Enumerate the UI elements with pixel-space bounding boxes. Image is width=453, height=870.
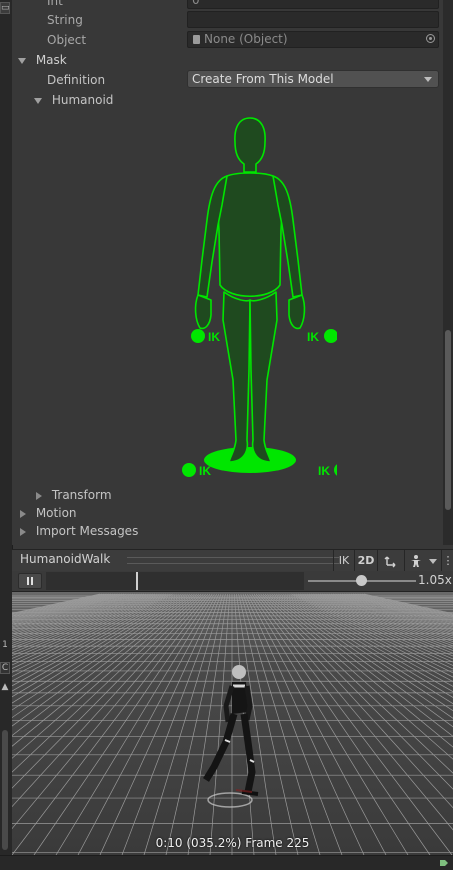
- pause-button[interactable]: [18, 573, 42, 589]
- object-property-row: Object: [47, 30, 86, 50]
- root-body-part[interactable]: [204, 447, 296, 473]
- dropdown-caret-icon: [429, 559, 437, 564]
- preview-3d-viewport[interactable]: 0:10 (035.2%) Frame 225: [12, 592, 453, 855]
- bottom-status-bar: [0, 855, 453, 870]
- import-messages-foldout[interactable]: Import Messages: [20, 521, 138, 541]
- timeline-scrubber[interactable]: [46, 572, 304, 590]
- definition-label: Definition: [47, 73, 105, 87]
- object-picker-icon[interactable]: [426, 34, 435, 43]
- mask-label: Mask: [36, 53, 67, 67]
- kebab-menu-icon: ⋮: [443, 554, 453, 567]
- right-foot-ik-toggle[interactable]: [334, 463, 337, 477]
- torso-body-part[interactable]: [218, 173, 281, 296]
- avatar-selector-dropdown[interactable]: [404, 550, 441, 572]
- left-leg-body-part[interactable]: [223, 292, 250, 462]
- right-hand-ik-toggle[interactable]: [324, 329, 337, 343]
- left-strip-label-1: 1: [0, 640, 10, 652]
- frame-info-label: 0:10 (035.2%) Frame 225: [12, 836, 453, 850]
- humanoid-character-model: [192, 662, 272, 812]
- string-field[interactable]: [187, 11, 439, 28]
- head-body-part[interactable]: [235, 118, 265, 172]
- inspector-scrollbar[interactable]: [443, 0, 453, 545]
- pivot-toggle-button[interactable]: [377, 550, 404, 572]
- humanoid-mask-figure[interactable]: IK IK IK IK: [167, 110, 337, 480]
- right-leg-body-part[interactable]: [250, 292, 277, 462]
- ik-toggle-button[interactable]: IK: [333, 550, 354, 572]
- definition-row: Definition: [47, 70, 105, 90]
- definition-value: Create From This Model: [192, 72, 334, 86]
- foldout-expanded-icon: [18, 58, 26, 64]
- humanoid-label: Humanoid: [52, 93, 114, 107]
- left-strip-label-2[interactable]: C: [0, 662, 10, 674]
- right-hand-body-part[interactable]: [289, 295, 304, 328]
- left-hand-body-part[interactable]: [196, 295, 211, 328]
- right-foot-ik-label: IK: [318, 464, 330, 478]
- file-icon: [193, 35, 200, 44]
- preview-title: HumanoidWalk: [20, 552, 110, 566]
- inspector-panel: Int 0 String Object None (Object) Mask D…: [12, 0, 442, 545]
- window-icon[interactable]: ▭: [0, 2, 10, 14]
- object-field-value: None (Object): [204, 32, 288, 46]
- int-field[interactable]: 0: [187, 0, 439, 9]
- string-label: String: [47, 13, 83, 27]
- object-label: Object: [47, 33, 86, 47]
- foldout-collapsed-icon: [20, 510, 26, 518]
- playback-speed-slider[interactable]: [308, 580, 416, 582]
- left-strip-scrollbar[interactable]: [2, 730, 8, 850]
- speed-slider-knob[interactable]: [356, 575, 367, 586]
- right-hand-ik-label: IK: [307, 330, 319, 344]
- pivot-icon: [384, 554, 398, 568]
- left-strip-scroll-up-icon[interactable]: ▲: [0, 682, 10, 694]
- left-foot-ik-toggle[interactable]: [182, 463, 196, 477]
- foldout-collapsed-icon: [36, 492, 42, 500]
- scrollbar-thumb[interactable]: [445, 330, 451, 510]
- 2d-toggle-button[interactable]: 2D: [354, 550, 377, 572]
- left-hand-ik-toggle[interactable]: [191, 329, 205, 343]
- timeline-playhead[interactable]: [136, 572, 138, 590]
- motion-foldout[interactable]: Motion: [20, 503, 77, 523]
- transform-label: Transform: [52, 488, 112, 502]
- string-property-row: String: [47, 10, 83, 30]
- preview-timeline: 1.05x: [12, 571, 453, 592]
- foldout-expanded-icon: [34, 98, 42, 104]
- preview-menu-button[interactable]: ⋮: [441, 550, 453, 572]
- left-foot-ik-label: IK: [199, 464, 211, 478]
- mask-foldout[interactable]: Mask: [18, 50, 67, 70]
- dropdown-caret-icon: [424, 77, 432, 82]
- definition-dropdown[interactable]: Create From This Model: [187, 70, 439, 88]
- humanoid-foldout[interactable]: Humanoid: [34, 90, 113, 110]
- motion-label: Motion: [36, 506, 77, 520]
- import-messages-label: Import Messages: [36, 524, 139, 538]
- avatar-icon: [409, 554, 423, 568]
- transform-foldout[interactable]: Transform: [36, 485, 112, 505]
- preview-resize-grip[interactable]: [127, 557, 339, 564]
- preview-header: HumanoidWalk IK 2D ⋮: [12, 549, 453, 573]
- playback-speed-value: 1.05x: [418, 573, 452, 587]
- left-hand-ik-label: IK: [208, 330, 220, 344]
- foldout-collapsed-icon: [20, 528, 26, 536]
- asset-bundle-icon[interactable]: [439, 859, 449, 867]
- object-field[interactable]: None (Object): [187, 31, 439, 48]
- int-label: Int: [47, 0, 63, 8]
